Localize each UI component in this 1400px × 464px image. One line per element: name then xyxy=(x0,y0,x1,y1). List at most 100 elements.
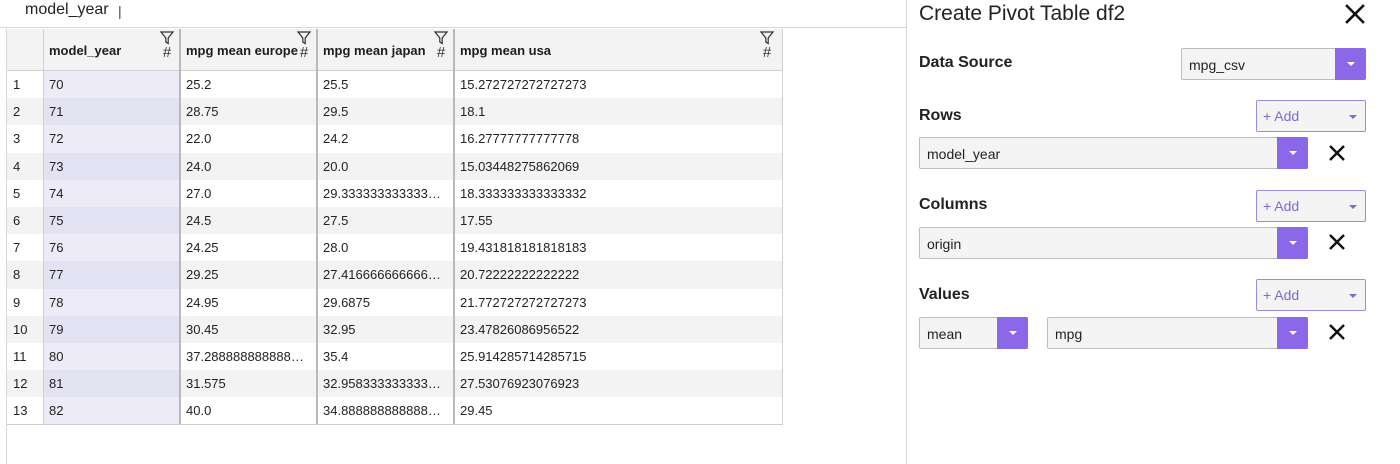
table-cell[interactable]: 80 xyxy=(44,342,181,371)
table-cell[interactable]: 29.6875 xyxy=(318,288,455,316)
table-row[interactable]: 7 76 24.25 28.0 19.431818181818183 xyxy=(7,234,783,262)
table-cell[interactable]: 20.0 xyxy=(318,152,455,180)
table-row[interactable]: 1 70 25.2 25.5 15.272727272727273 xyxy=(7,71,783,99)
table-row[interactable]: 5 74 27.0 29.333333333333… 18.3333333333… xyxy=(7,179,783,207)
table-cell[interactable]: 76 xyxy=(44,234,181,262)
table-row[interactable]: 12 81 31.575 32.958333333333… 27.5307692… xyxy=(7,370,783,398)
table-cell[interactable]: 25.5 xyxy=(318,71,455,99)
table-cell[interactable]: 30.45 xyxy=(181,315,318,343)
table-cell[interactable]: 29.25 xyxy=(181,261,318,289)
table-cell[interactable]: 18.1 xyxy=(455,98,783,126)
data-source-select[interactable]: mpg_csv xyxy=(1181,48,1366,80)
table-cell[interactable]: 32.95 xyxy=(318,315,455,343)
table-cell[interactable]: 20.72222222222222 xyxy=(455,261,783,289)
table-cell[interactable]: 27.0 xyxy=(181,179,318,207)
chevron-down-icon[interactable] xyxy=(997,317,1028,349)
table-cell[interactable]: 73 xyxy=(44,152,181,180)
table-row[interactable]: 13 82 40.0 34.888888888888… 29.45 xyxy=(7,397,783,425)
table-cell[interactable]: 27.53076923076923 xyxy=(455,370,783,398)
column-header[interactable]: mpg mean usa # xyxy=(455,29,783,71)
filter-icon[interactable] xyxy=(160,31,174,45)
table-cell[interactable]: 79 xyxy=(44,315,181,343)
filter-icon[interactable] xyxy=(434,31,448,45)
values-add-label: + Add xyxy=(1263,287,1300,303)
table-cell[interactable]: 27.416666666666… xyxy=(318,261,455,289)
filter-icon[interactable] xyxy=(760,31,774,45)
column-header[interactable]: mpg mean japan # xyxy=(318,29,455,71)
table-cell[interactable]: 72 xyxy=(44,125,181,153)
table-cell[interactable]: 25.2 xyxy=(181,71,318,99)
remove-value-field-icon[interactable] xyxy=(1327,322,1347,342)
table-cell[interactable]: 81 xyxy=(44,370,181,398)
table-cell[interactable]: 34.888888888888… xyxy=(318,397,455,425)
table-cell[interactable]: 78 xyxy=(44,288,181,316)
table-cell[interactable]: 27.5 xyxy=(318,206,455,235)
table-cell[interactable]: 24.5 xyxy=(181,206,318,235)
table-cell[interactable]: 24.2 xyxy=(318,125,455,153)
table-cell[interactable]: 31.575 xyxy=(181,370,318,398)
values-label: Values xyxy=(919,286,970,303)
chevron-down-icon[interactable] xyxy=(1277,317,1308,349)
value-field-select[interactable]: mpg xyxy=(1047,317,1308,349)
row-index: 12 xyxy=(7,370,44,398)
table-cell[interactable]: 35.4 xyxy=(318,342,455,371)
row-index: 10 xyxy=(7,315,44,343)
table-cell[interactable]: 25.914285714285715 xyxy=(455,342,783,371)
table-cell[interactable]: 18.333333333333332 xyxy=(455,179,783,207)
table-cell[interactable]: 71 xyxy=(44,98,181,126)
table-row[interactable]: 11 80 37.288888888888… 35.4 25.914285714… xyxy=(7,342,783,371)
table-cell[interactable]: 37.288888888888… xyxy=(181,342,318,371)
filter-icon[interactable] xyxy=(297,31,311,45)
table-cell[interactable]: 74 xyxy=(44,179,181,207)
table-cell[interactable]: 24.95 xyxy=(181,288,318,316)
table-row[interactable]: 2 71 28.75 29.5 18.1 xyxy=(7,98,783,126)
table-cell[interactable]: 24.25 xyxy=(181,234,318,262)
chevron-down-icon[interactable] xyxy=(1277,137,1308,169)
numeric-type-icon: # xyxy=(436,44,446,61)
chevron-down-icon[interactable] xyxy=(1335,48,1366,80)
rows-add-label: + Add xyxy=(1263,108,1300,124)
table-row[interactable]: 10 79 30.45 32.95 23.47826086956522 xyxy=(7,315,783,343)
table-row[interactable]: 8 77 29.25 27.416666666666… 20.722222222… xyxy=(7,261,783,289)
table-cell[interactable]: 22.0 xyxy=(181,125,318,153)
columns-field-select[interactable]: origin xyxy=(919,227,1308,259)
close-panel-icon[interactable] xyxy=(1344,3,1366,25)
table-cell[interactable]: 75 xyxy=(44,206,181,235)
columns-add-button[interactable]: + Add xyxy=(1256,190,1366,222)
remove-row-field-icon[interactable] xyxy=(1327,143,1347,163)
table-cell[interactable]: 15.272727272727273 xyxy=(455,71,783,99)
aggregation-select[interactable]: mean xyxy=(919,317,1028,349)
table-cell[interactable]: 77 xyxy=(44,261,181,289)
table-row[interactable]: 9 78 24.95 29.6875 21.772727272727273 xyxy=(7,288,783,316)
table-cell[interactable]: 70 xyxy=(44,71,181,99)
column-header[interactable]: model_year # xyxy=(44,29,181,71)
rows-add-button[interactable]: + Add xyxy=(1256,100,1366,132)
values-add-button[interactable]: + Add xyxy=(1256,279,1366,311)
table-cell[interactable]: 17.55 xyxy=(455,206,783,235)
table-row[interactable]: 4 73 24.0 20.0 15.03448275862069 xyxy=(7,152,783,180)
chevron-down-icon[interactable] xyxy=(1277,227,1308,259)
table-cell[interactable]: 23.47826086956522 xyxy=(455,315,783,343)
table-cell[interactable]: 32.958333333333… xyxy=(318,370,455,398)
table-cell[interactable]: 21.772727272727273 xyxy=(455,288,783,316)
table-cell[interactable]: 15.03448275862069 xyxy=(455,152,783,180)
numeric-type-icon: # xyxy=(762,44,772,61)
table-row[interactable]: 3 72 22.0 24.2 16.27777777777778 xyxy=(7,125,783,153)
table-cell[interactable]: 28.0 xyxy=(318,234,455,262)
table-cell[interactable]: 19.431818181818183 xyxy=(455,234,783,262)
column-header-label: mpg mean europe xyxy=(186,43,298,58)
columns-add-label: + Add xyxy=(1263,198,1300,214)
table-cell[interactable]: 29.45 xyxy=(455,397,783,425)
rows-field-select[interactable]: model_year xyxy=(919,137,1308,169)
table-row[interactable]: 6 75 24.5 27.5 17.55 xyxy=(7,206,783,235)
table-cell[interactable]: 40.0 xyxy=(181,397,318,425)
table-cell[interactable]: 28.75 xyxy=(181,98,318,126)
remove-column-field-icon[interactable] xyxy=(1327,232,1347,252)
table-cell[interactable]: 82 xyxy=(44,397,181,425)
table-cell[interactable]: 16.27777777777778 xyxy=(455,125,783,153)
table-cell[interactable]: 29.333333333333… xyxy=(318,179,455,207)
column-header[interactable]: mpg mean europe # xyxy=(181,29,318,71)
table-cell[interactable]: 24.0 xyxy=(181,152,318,180)
table-cell[interactable]: 29.5 xyxy=(318,98,455,126)
data-table: model_year # mpg mean europe # mpg mean … xyxy=(7,29,783,426)
